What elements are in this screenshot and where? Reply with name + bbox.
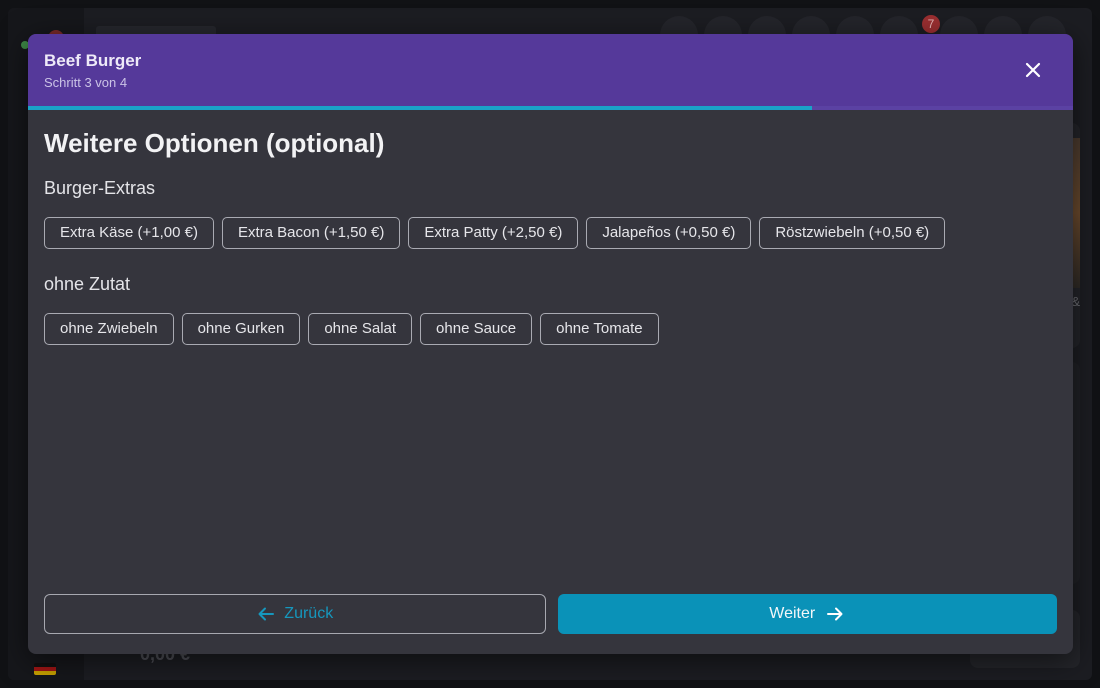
group-label-burger-extras: Burger-Extras: [44, 178, 156, 198]
close-icon: [1025, 62, 1041, 78]
dialog-step: Schritt 3 von 4: [44, 75, 128, 90]
option-ohne-tomate[interactable]: ohne Tomate: [540, 313, 659, 345]
next-button[interactable]: Weiter: [557, 594, 1057, 634]
group-label-ohne-zutat: ohne Zutat: [44, 274, 131, 294]
option-extra-patty[interactable]: Extra Patty (+2,50 €): [408, 217, 579, 249]
option-ohne-salat[interactable]: ohne Salat: [308, 313, 413, 345]
back-button-label: Zurück: [284, 605, 334, 622]
cart-badge: 7: [922, 15, 940, 33]
option-extra-kaese[interactable]: Extra Käse (+1,00 €): [44, 217, 214, 249]
option-ohne-gurken[interactable]: ohne Gurken: [181, 313, 301, 345]
step-progress-fill: [28, 106, 812, 110]
dialog-header: Beef Burger Schritt 3 von 4: [28, 34, 1073, 106]
dialog-body: Weitere Optionen (optional) Burger-Extra…: [28, 128, 1073, 345]
arrow-left-icon: [256, 604, 276, 624]
option-roestzwiebeln[interactable]: Röstzwiebeln (+0,50 €): [759, 217, 946, 249]
language-flag-icon: [34, 663, 56, 675]
section-heading: Weitere Optionen (optional): [44, 128, 385, 158]
dialog-footer: Zurück Weiter: [44, 594, 1057, 634]
option-jalapenos[interactable]: Jalapeños (+0,50 €): [586, 217, 752, 249]
close-button[interactable]: [1023, 60, 1043, 80]
dialog-title: Beef Burger: [44, 51, 142, 70]
product-options-dialog: Beef Burger Schritt 3 von 4 Weitere Opti…: [28, 34, 1073, 654]
next-button-label: Weiter: [769, 605, 816, 622]
ohne-zutat-options: ohne Zwiebeln ohne Gurken ohne Salat ohn…: [44, 313, 1057, 345]
arrow-right-icon: [825, 604, 845, 624]
option-ohne-sauce[interactable]: ohne Sauce: [420, 313, 533, 345]
step-progress-bar: [28, 106, 1073, 110]
burger-extras-options: Extra Käse (+1,00 €) Extra Bacon (+1,50 …: [44, 217, 1057, 249]
option-extra-bacon[interactable]: Extra Bacon (+1,50 €): [222, 217, 401, 249]
back-button[interactable]: Zurück: [44, 594, 546, 634]
option-ohne-zwiebeln[interactable]: ohne Zwiebeln: [44, 313, 174, 345]
